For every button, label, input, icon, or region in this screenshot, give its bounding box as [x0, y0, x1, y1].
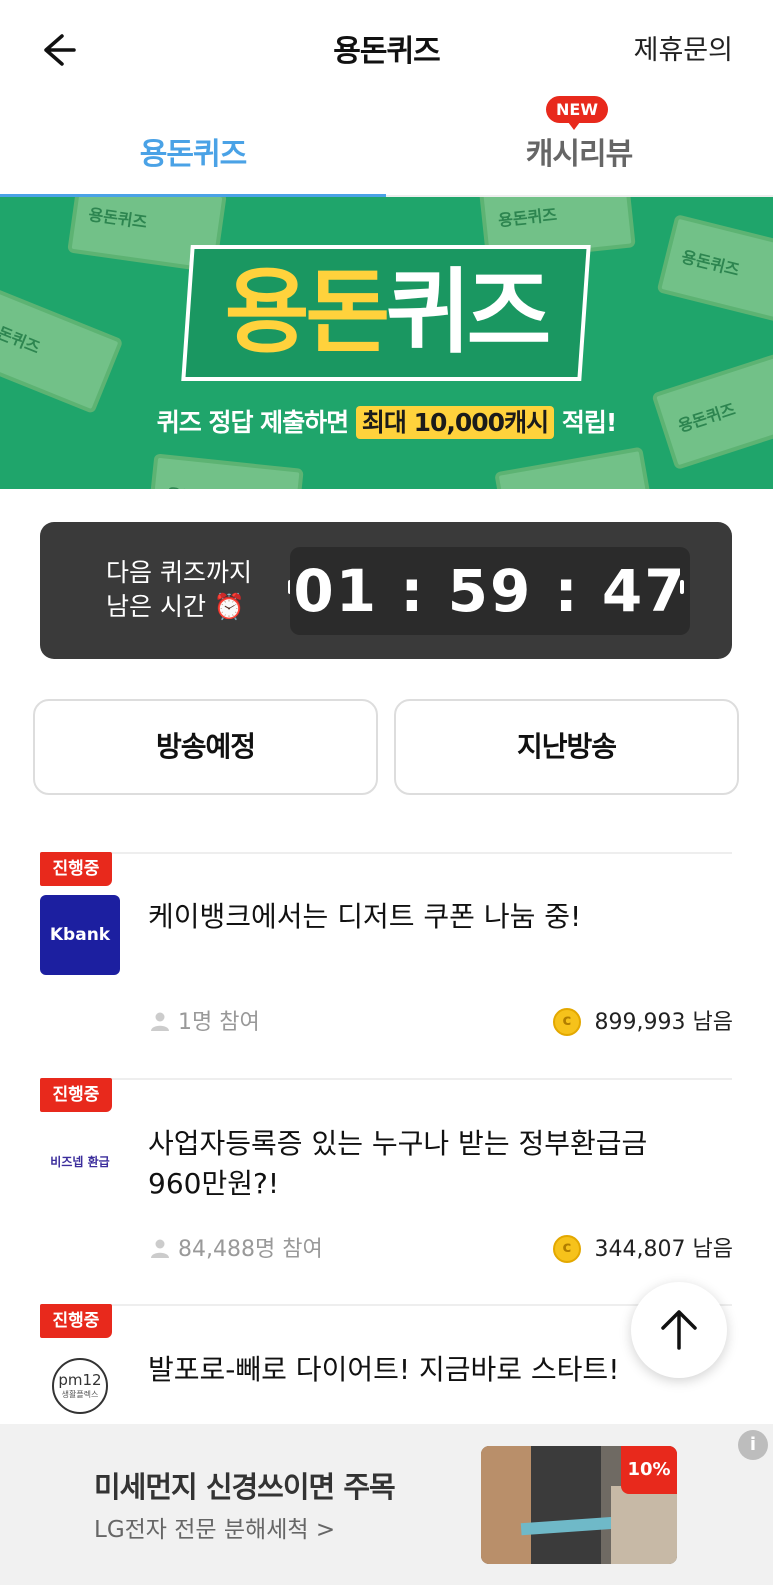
money-bill-decoration: 용돈퀴즈 [494, 446, 656, 489]
participant-count: 84,488명 참여 [150, 1231, 323, 1263]
coin-icon [552, 1008, 581, 1036]
tab-bar: 용돈퀴즈 캐시리뷰 [0, 95, 773, 199]
list-divider [40, 852, 732, 854]
ad-image: 10% [481, 1446, 677, 1564]
list-divider [40, 1304, 732, 1306]
person-icon [151, 1239, 169, 1258]
scroll-to-top-button[interactable] [631, 1282, 727, 1378]
person-icon [151, 1012, 169, 1031]
partner-inquiry-link[interactable]: 제휴문의 [634, 28, 733, 67]
money-bill-decoration: 용돈퀴즈 [146, 453, 304, 489]
banner-highlight: 최대 10,000캐시 [355, 406, 555, 439]
money-bill-decoration: 용돈퀴즈 [0, 283, 124, 415]
remaining-count: 899,993 남음 [552, 1004, 733, 1036]
upcoming-broadcast-button[interactable]: 방송예정 [33, 699, 378, 795]
quiz-title[interactable]: 발포로-빼로 다이어트! 지금바로 스타트! [148, 1350, 708, 1390]
countdown-panel: 다음 퀴즈까지 남은 시간 ⏰ 01 : 59 : 47 [40, 522, 732, 659]
status-badge: 진행중 [40, 852, 112, 886]
top-bar: 용돈퀴즈 제휴문의 [0, 0, 773, 95]
ad-banner[interactable]: 미세먼지 신경쓰이면 주목 LG전자 전문 분해세척 > 10% i [0, 1424, 773, 1585]
remaining-count: 344,807 남음 [552, 1231, 733, 1263]
kbank-logo[interactable]: Kbank [40, 895, 120, 975]
discount-badge: 10% [621, 1446, 677, 1494]
promo-banner[interactable]: 용돈퀴즈 용돈퀴즈 용돈퀴즈 용돈퀴즈 용돈퀴즈 용돈퀴즈 용돈퀴즈 용돈퀴즈 … [0, 197, 773, 489]
status-badge: 진행중 [40, 1078, 112, 1112]
countdown-clock: 01 : 59 : 47 [290, 547, 690, 635]
banner-subtitle: 퀴즈 정답 제출하면 최대 10,000캐시 적립! [156, 406, 617, 439]
status-badge: 진행중 [40, 1304, 112, 1338]
new-badge: NEW [546, 96, 608, 130]
quiz-title[interactable]: 사업자등록증 있는 누구나 받는 정부환급금 960만원?! [148, 1124, 708, 1204]
past-broadcast-button[interactable]: 지난방송 [394, 699, 739, 795]
coin-icon [552, 1235, 581, 1263]
ad-title: 미세먼지 신경쓰이면 주목 [94, 1470, 396, 1504]
participant-count: 1명 참여 [150, 1004, 260, 1036]
bizneb-logo[interactable]: 비즈넵 환급 [40, 1122, 120, 1202]
arrow-up-icon [661, 1310, 697, 1350]
list-divider [40, 1078, 732, 1080]
quiz-title[interactable]: 케이뱅크에서는 디저트 쿠폰 나눔 중! [148, 897, 708, 937]
ad-info-icon[interactable]: i [738, 1430, 768, 1460]
banner-logo: 용돈퀴즈 [224, 259, 552, 366]
tab-label: 용돈퀴즈 [139, 137, 247, 172]
ad-subtitle: LG전자 전문 분해세척 > [94, 1517, 336, 1543]
money-bill-decoration: 용돈퀴즈 [656, 214, 773, 328]
tab-allowance-quiz[interactable]: 용돈퀴즈 [0, 95, 386, 199]
countdown-label: 다음 퀴즈까지 남은 시간 ⏰ [106, 558, 252, 621]
tab-label: 캐시리뷰 [525, 137, 633, 172]
pm12-logo[interactable]: pm12 생활플렉스 [40, 1348, 120, 1428]
